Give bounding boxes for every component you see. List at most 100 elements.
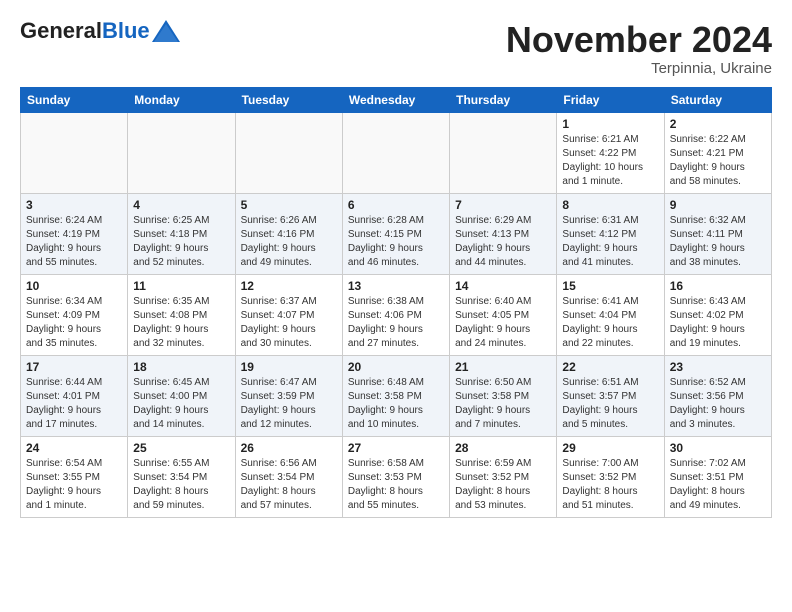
calendar-cell: 24Sunrise: 6:54 AM Sunset: 3:55 PM Dayli…	[21, 436, 128, 517]
day-info: Sunrise: 6:41 AM Sunset: 4:04 PM Dayligh…	[562, 295, 658, 351]
day-info: Sunrise: 6:32 AM Sunset: 4:11 PM Dayligh…	[670, 214, 766, 270]
calendar-cell	[342, 112, 449, 193]
day-info: Sunrise: 6:59 AM Sunset: 3:52 PM Dayligh…	[455, 457, 551, 513]
day-info: Sunrise: 6:34 AM Sunset: 4:09 PM Dayligh…	[26, 295, 122, 351]
logo-icon	[152, 20, 180, 42]
day-number: 2	[670, 117, 766, 131]
day-info: Sunrise: 6:55 AM Sunset: 3:54 PM Dayligh…	[133, 457, 229, 513]
day-number: 19	[241, 360, 337, 374]
day-info: Sunrise: 6:22 AM Sunset: 4:21 PM Dayligh…	[670, 133, 766, 189]
calendar-cell: 28 Sunrise: 6:59 AM Sunset: 3:52 PM Dayli…	[450, 436, 557, 517]
calendar-cell: 1 Sunrise: 6:21 AM Sunset: 4:22 PM Daylig…	[557, 112, 664, 193]
day-number: 17	[26, 360, 122, 374]
day-number: 12	[241, 279, 337, 293]
logo: GeneralBlue	[20, 20, 180, 42]
day-number: 26	[241, 441, 337, 455]
calendar-cell	[450, 112, 557, 193]
calendar-cell: 21 Sunrise: 6:50 AM Sunset: 3:58 PM Dayli…	[450, 355, 557, 436]
weekday-header-monday: Monday	[128, 87, 235, 112]
calendar-cell: 25 Sunrise: 6:55 AM Sunset: 3:54 PM Dayli…	[128, 436, 235, 517]
calendar-cell: 2 Sunrise: 6:22 AM Sunset: 4:21 PM Daylig…	[664, 112, 771, 193]
calendar-cell: 23 Sunrise: 6:52 AM Sunset: 3:56 PM Dayli…	[664, 355, 771, 436]
day-info: Sunrise: 6:40 AM Sunset: 4:05 PM Dayligh…	[455, 295, 551, 351]
day-number: 15	[562, 279, 658, 293]
calendar-week-row: 24Sunrise: 6:54 AM Sunset: 3:55 PM Dayli…	[21, 436, 772, 517]
day-info: Sunrise: 6:45 AM Sunset: 4:00 PM Dayligh…	[133, 376, 229, 432]
calendar-cell: 15 Sunrise: 6:41 AM Sunset: 4:04 PM Dayli…	[557, 274, 664, 355]
logo-blue: Blue	[102, 18, 150, 43]
calendar-cell: 7Sunrise: 6:29 AM Sunset: 4:13 PM Daylig…	[450, 193, 557, 274]
calendar-cell: 9Sunrise: 6:32 AM Sunset: 4:11 PM Daylig…	[664, 193, 771, 274]
calendar-cell: 29Sunrise: 7:00 AM Sunset: 3:52 PM Dayli…	[557, 436, 664, 517]
day-info: Sunrise: 6:21 AM Sunset: 4:22 PM Dayligh…	[562, 133, 658, 189]
day-info: Sunrise: 6:38 AM Sunset: 4:06 PM Dayligh…	[348, 295, 444, 351]
calendar-header-row: SundayMondayTuesdayWednesdayThursdayFrid…	[21, 87, 772, 112]
calendar-cell: 26 Sunrise: 6:56 AM Sunset: 3:54 PM Dayli…	[235, 436, 342, 517]
calendar-week-row: 17 Sunrise: 6:44 AM Sunset: 4:01 PM Dayli…	[21, 355, 772, 436]
logo-general: General	[20, 18, 102, 43]
calendar-table: SundayMondayTuesdayWednesdayThursdayFrid…	[20, 87, 772, 518]
calendar-cell: 18 Sunrise: 6:45 AM Sunset: 4:00 PM Dayli…	[128, 355, 235, 436]
day-number: 3	[26, 198, 122, 212]
month-title: November 2024	[506, 20, 772, 60]
calendar-week-row: 10 Sunrise: 6:34 AM Sunset: 4:09 PM Dayli…	[21, 274, 772, 355]
day-info: Sunrise: 6:52 AM Sunset: 3:56 PM Dayligh…	[670, 376, 766, 432]
page: GeneralBlue November 2024 Terpinnia, Ukr…	[0, 0, 792, 528]
day-info: Sunrise: 6:28 AM Sunset: 4:15 PM Dayligh…	[348, 214, 444, 270]
calendar-cell	[21, 112, 128, 193]
calendar-cell: 5Sunrise: 6:26 AM Sunset: 4:16 PM Daylig…	[235, 193, 342, 274]
calendar-week-row: 1 Sunrise: 6:21 AM Sunset: 4:22 PM Daylig…	[21, 112, 772, 193]
weekday-header-thursday: Thursday	[450, 87, 557, 112]
day-number: 22	[562, 360, 658, 374]
day-number: 28	[455, 441, 551, 455]
day-number: 10	[26, 279, 122, 293]
calendar-cell: 8 Sunrise: 6:31 AM Sunset: 4:12 PM Daylig…	[557, 193, 664, 274]
calendar-cell: 22 Sunrise: 6:51 AM Sunset: 3:57 PM Dayli…	[557, 355, 664, 436]
day-number: 6	[348, 198, 444, 212]
calendar-cell: 10 Sunrise: 6:34 AM Sunset: 4:09 PM Dayli…	[21, 274, 128, 355]
day-info: Sunrise: 6:44 AM Sunset: 4:01 PM Dayligh…	[26, 376, 122, 432]
day-info: Sunrise: 6:31 AM Sunset: 4:12 PM Dayligh…	[562, 214, 658, 270]
weekday-header-saturday: Saturday	[664, 87, 771, 112]
calendar-cell: 13 Sunrise: 6:38 AM Sunset: 4:06 PM Dayli…	[342, 274, 449, 355]
day-info: Sunrise: 6:43 AM Sunset: 4:02 PM Dayligh…	[670, 295, 766, 351]
day-info: Sunrise: 6:25 AM Sunset: 4:18 PM Dayligh…	[133, 214, 229, 270]
day-info: Sunrise: 6:56 AM Sunset: 3:54 PM Dayligh…	[241, 457, 337, 513]
day-info: Sunrise: 6:26 AM Sunset: 4:16 PM Dayligh…	[241, 214, 337, 270]
day-number: 8	[562, 198, 658, 212]
day-number: 13	[348, 279, 444, 293]
day-number: 25	[133, 441, 229, 455]
calendar-cell: 20 Sunrise: 6:48 AM Sunset: 3:58 PM Dayli…	[342, 355, 449, 436]
day-number: 21	[455, 360, 551, 374]
day-number: 30	[670, 441, 766, 455]
day-info: Sunrise: 6:37 AM Sunset: 4:07 PM Dayligh…	[241, 295, 337, 351]
calendar-cell: 4 Sunrise: 6:25 AM Sunset: 4:18 PM Daylig…	[128, 193, 235, 274]
day-info: Sunrise: 6:48 AM Sunset: 3:58 PM Dayligh…	[348, 376, 444, 432]
calendar-cell: 27Sunrise: 6:58 AM Sunset: 3:53 PM Dayli…	[342, 436, 449, 517]
weekday-header-wednesday: Wednesday	[342, 87, 449, 112]
calendar-cell: 12 Sunrise: 6:37 AM Sunset: 4:07 PM Dayli…	[235, 274, 342, 355]
day-info: Sunrise: 6:54 AM Sunset: 3:55 PM Dayligh…	[26, 457, 122, 513]
day-number: 23	[670, 360, 766, 374]
calendar-cell: 14 Sunrise: 6:40 AM Sunset: 4:05 PM Dayli…	[450, 274, 557, 355]
day-number: 14	[455, 279, 551, 293]
header: GeneralBlue November 2024 Terpinnia, Ukr…	[20, 20, 772, 77]
calendar-cell: 16Sunrise: 6:43 AM Sunset: 4:02 PM Dayli…	[664, 274, 771, 355]
calendar-cell	[235, 112, 342, 193]
location-subtitle: Terpinnia, Ukraine	[506, 60, 772, 77]
day-info: Sunrise: 6:50 AM Sunset: 3:58 PM Dayligh…	[455, 376, 551, 432]
calendar-cell: 6 Sunrise: 6:28 AM Sunset: 4:15 PM Daylig…	[342, 193, 449, 274]
day-number: 20	[348, 360, 444, 374]
day-number: 1	[562, 117, 658, 131]
calendar-cell: 19Sunrise: 6:47 AM Sunset: 3:59 PM Dayli…	[235, 355, 342, 436]
day-info: Sunrise: 6:58 AM Sunset: 3:53 PM Dayligh…	[348, 457, 444, 513]
calendar-week-row: 3 Sunrise: 6:24 AM Sunset: 4:19 PM Daylig…	[21, 193, 772, 274]
day-info: Sunrise: 6:35 AM Sunset: 4:08 PM Dayligh…	[133, 295, 229, 351]
day-number: 18	[133, 360, 229, 374]
logo-text: GeneralBlue	[20, 20, 150, 42]
day-number: 4	[133, 198, 229, 212]
calendar-cell: 11Sunrise: 6:35 AM Sunset: 4:08 PM Dayli…	[128, 274, 235, 355]
day-info: Sunrise: 6:51 AM Sunset: 3:57 PM Dayligh…	[562, 376, 658, 432]
title-block: November 2024 Terpinnia, Ukraine	[506, 20, 772, 77]
day-info: Sunrise: 6:24 AM Sunset: 4:19 PM Dayligh…	[26, 214, 122, 270]
